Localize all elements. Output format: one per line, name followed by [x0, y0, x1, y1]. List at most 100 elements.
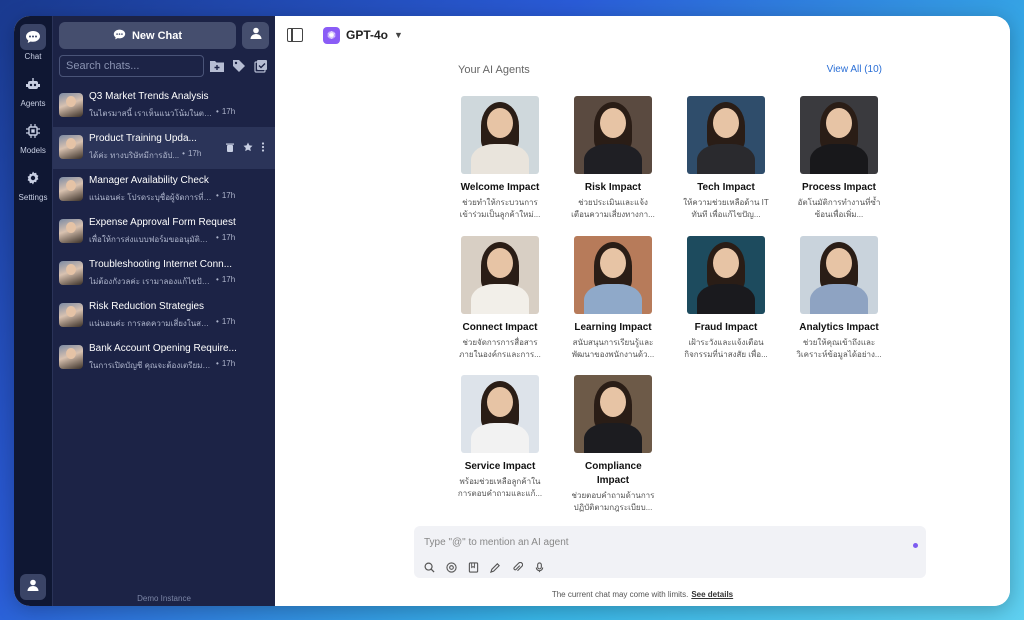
see-details-link[interactable]: See details [691, 590, 733, 599]
select-chats-icon[interactable] [252, 57, 269, 75]
chat-list: Q3 Market Trends Analysis ในไตรมาสนี้ เร… [53, 85, 275, 379]
agent-card[interactable]: Welcome Impact ช่วยทำให้กระบวนการเข้าร่วม… [450, 96, 550, 221]
chat-sidebar: New Chat Q3 Market [52, 16, 275, 606]
app-window: Chat Agents Models Settings New Chat Sea… [14, 16, 1010, 606]
agent-avatar [687, 236, 765, 314]
agent-avatar [574, 375, 652, 453]
new-chat-label: New Chat [131, 29, 183, 42]
agent-name: Analytics Impact [799, 322, 879, 333]
trash-icon[interactable] [225, 142, 235, 155]
message-composer [414, 526, 926, 578]
tag-icon[interactable] [231, 57, 248, 75]
chip-icon [20, 118, 46, 144]
main-panel: ✺ GPT-4o ▼ Your AI Agents View All (10) … [275, 16, 1010, 606]
agent-description: ช่วยให้คุณเข้าถึงและวิเคราะห์ข้อมูลได้อย… [796, 338, 882, 359]
agent-avatar [800, 236, 878, 314]
chat-title: Product Training Upda... [89, 133, 197, 144]
agent-card[interactable]: Risk Impact ช่วยประเมินและแจ้งเตือนความเส… [563, 96, 663, 221]
agent-card[interactable]: Analytics Impact ช่วยให้คุณเข้าถึงและวิเค… [789, 236, 889, 361]
chat-preview: แน่นอนค่ะ โปรดระบุชื่อผู้จัดการที่คุ... [89, 193, 213, 202]
agent-avatar [687, 96, 765, 174]
chat-preview: เพื่อให้การส่งแบบฟอร์มขออนุมัติค่า... [89, 235, 213, 244]
model-selector[interactable]: ✺ GPT-4o ▼ [323, 26, 403, 44]
agent-description: พร้อมช่วยเหลือลูกค้าในการตอบคำถามและแก้.… [457, 477, 543, 498]
chat-item[interactable]: Expense Approval Form Request เพื่อให้กา… [53, 211, 275, 253]
agent-avatar [574, 236, 652, 314]
agent-card[interactable]: Service Impact พร้อมช่วยเหลือลูกค้าในการต… [450, 375, 550, 500]
new-chat-button[interactable]: New Chat [59, 22, 236, 49]
chat-item[interactable]: Product Training Upda... ได้ค่ะ ทางบริษั… [53, 127, 275, 169]
chat-avatar [59, 177, 83, 201]
instance-label: Demo Instance [137, 594, 191, 603]
paperclip-icon[interactable] [512, 562, 523, 573]
search-chats-input[interactable] [59, 55, 204, 77]
pen-icon[interactable] [490, 562, 501, 573]
chat-time: 17h [221, 275, 236, 284]
chat-time: 17h [221, 317, 236, 326]
microphone-icon[interactable] [534, 562, 545, 573]
at-icon[interactable] [446, 562, 457, 573]
sidebar-top: New Chat [53, 16, 275, 49]
chat-preview: ในการเปิดบัญชี คุณจะต้องเตรียมเอ... [89, 361, 213, 370]
rail-item-agents[interactable]: Agents [20, 71, 46, 108]
chat-item[interactable]: Bank Account Opening Require... ในการเปิ… [53, 337, 275, 379]
gear-icon [20, 165, 46, 191]
chat-preview: ในไตรมาสนี้ เราเห็นแนวโน้มในตลา... [89, 109, 213, 118]
agent-description: ช่วยจัดการการสื่อสารภายในองค์กรและการ... [459, 338, 541, 359]
new-folder-icon[interactable] [209, 57, 226, 75]
chat-title: Risk Reduction Strategies [89, 301, 205, 312]
chat-avatar [59, 219, 83, 243]
message-input[interactable] [424, 537, 916, 548]
chat-item[interactable]: Q3 Market Trends Analysis ในไตรมาสนี้ เร… [53, 85, 275, 127]
robot-icon [20, 71, 46, 97]
bookmark-icon[interactable] [468, 562, 479, 573]
chat-item[interactable]: Troubleshooting Internet Conn... ไม่ต้อง… [53, 253, 275, 295]
agent-avatar [800, 96, 878, 174]
star-icon[interactable] [243, 142, 253, 155]
agent-name: Learning Impact [574, 322, 652, 333]
agent-card[interactable]: Fraud Impact เฝ้าระวังและแจ้งเตือนกิจกรรม… [676, 236, 776, 361]
agent-card[interactable]: Tech Impact ให้ความช่วยเหลือด้าน IT ทันที… [676, 96, 776, 221]
agent-description: ช่วยประเมินและแจ้งเตือนความเสี่ยงทางกา..… [571, 198, 655, 219]
agent-card[interactable]: Process Impact อัตโนมัติการทำงานที่ซ้ำซ้อ… [789, 96, 889, 221]
more-options-icon[interactable] [261, 142, 265, 155]
user-account-button[interactable] [20, 574, 46, 600]
footer-note: The current chat may come with limits. Se… [275, 590, 1010, 599]
chat-avatar [59, 303, 83, 327]
rail-label-settings: Settings [18, 193, 48, 202]
chat-avatar [59, 345, 83, 369]
user-icon [249, 26, 263, 45]
chat-item[interactable]: Manager Availability Check แน่นอนค่ะ โปร… [53, 169, 275, 211]
rail-item-chat[interactable]: Chat [20, 24, 46, 61]
agent-name: Process Impact [802, 182, 876, 193]
search-icon[interactable] [424, 562, 435, 573]
agent-description: เฝ้าระวังและแจ้งเตือนกิจกรรมที่น่าสงสัย … [684, 338, 768, 359]
sidebar-toggle-icon[interactable] [287, 28, 303, 42]
chat-item[interactable]: Risk Reduction Strategies แน่นอนค่ะ การล… [53, 295, 275, 337]
profile-button[interactable] [242, 22, 269, 49]
sidebar-search-row [53, 49, 275, 83]
chat-avatar [59, 135, 83, 159]
view-all-agents-link[interactable]: View All (10) [827, 64, 882, 76]
agent-name: Risk Impact [584, 182, 642, 193]
chat-time: 17h [221, 233, 236, 242]
chat-preview: ได้ค่ะ ทางบริษัทมีการอัป... [89, 151, 180, 160]
agent-avatar [461, 236, 539, 314]
agents-header: Your AI Agents View All (10) [458, 64, 882, 76]
agent-card[interactable]: Compliance Impact ช่วยตอบคำถามด้านการปฏิบ… [563, 375, 663, 514]
agent-avatar [461, 96, 539, 174]
rail-item-settings[interactable]: Settings [18, 165, 48, 202]
chat-time: 17h [221, 107, 236, 116]
rail-label-models: Models [20, 146, 46, 155]
model-logo-icon: ✺ [323, 26, 340, 44]
chat-title: Troubleshooting Internet Conn... [89, 259, 233, 270]
footer-note-text: The current chat may come with limits. [551, 590, 689, 599]
agent-card[interactable]: Connect Impact ช่วยจัดการการสื่อสารภายในอ… [450, 236, 550, 361]
agent-name: Service Impact [464, 461, 536, 472]
chat-preview: แน่นอนค่ะ การลดความเสี่ยงในสภา... [89, 319, 213, 328]
agent-name: Welcome Impact [460, 182, 540, 193]
rail-item-models[interactable]: Models [20, 118, 46, 155]
agent-card[interactable]: Learning Impact สนับสนุนการเรียนรู้และพัฒ… [563, 236, 663, 361]
agent-description: สนับสนุนการเรียนรู้และพัฒนาของพนักงานด้ว… [571, 338, 655, 359]
rail-label-agents: Agents [20, 99, 46, 108]
